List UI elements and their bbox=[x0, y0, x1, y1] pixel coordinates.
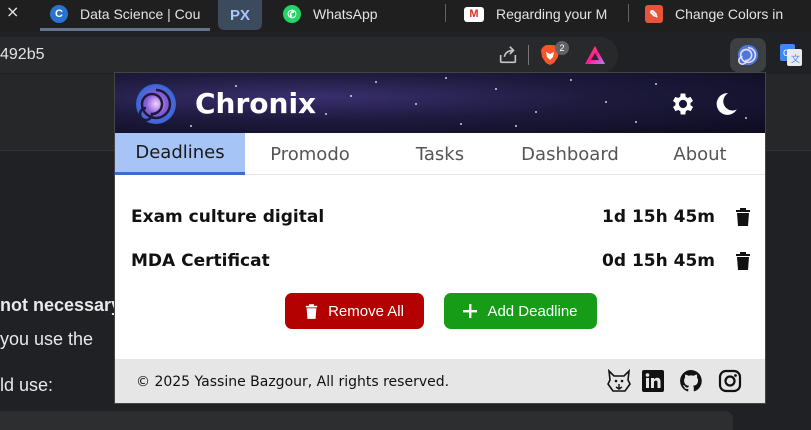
deadline-name: MDA Certificat bbox=[131, 251, 270, 271]
tab-dashboard[interactable]: Dashboard bbox=[505, 133, 635, 175]
brave-rewards-icon[interactable] bbox=[584, 45, 606, 65]
tab-deadlines[interactable]: Deadlines bbox=[115, 133, 245, 175]
dark-mode-moon-icon[interactable] bbox=[713, 91, 739, 117]
browser-tab-strip: × C Data Science | Cou PX ✆ WhatsApp M R… bbox=[0, 0, 811, 32]
whatsapp-icon: ✆ bbox=[283, 5, 301, 23]
brave-badge-count: 2 bbox=[555, 41, 569, 55]
chronix-extension-icon[interactable] bbox=[737, 44, 759, 66]
browser-tab-px[interactable]: PX bbox=[218, 0, 262, 30]
deadline-name: Exam culture digital bbox=[131, 207, 325, 227]
address-bar[interactable] bbox=[0, 37, 618, 73]
svg-text:文: 文 bbox=[791, 53, 800, 65]
github-icon[interactable] bbox=[679, 369, 703, 393]
chronix-popup: Chronix Deadlines Promodo Tasks Dashboar… bbox=[114, 72, 766, 404]
deadline-remaining: 0d 15h 45m bbox=[602, 251, 715, 271]
tab-about[interactable]: About bbox=[635, 133, 765, 175]
browser-tab-whatsapp[interactable]: ✆ WhatsApp bbox=[283, 0, 403, 28]
tab-label: Regarding your M bbox=[496, 6, 608, 22]
gmail-icon: M bbox=[464, 6, 484, 22]
trash-icon bbox=[305, 303, 318, 319]
trash-icon[interactable] bbox=[735, 252, 751, 270]
google-translate-icon[interactable]: G 文 bbox=[780, 44, 802, 66]
deadline-row: Exam culture digital 1d 15h 45m bbox=[131, 202, 751, 232]
tab-label: WhatsApp bbox=[313, 6, 378, 22]
browser-tab-colors[interactable]: ✎ Change Colors in bbox=[645, 0, 811, 28]
copyright-text: © 2025 Yassine Bazgour, All rights reser… bbox=[136, 374, 450, 390]
trash-icon[interactable] bbox=[735, 208, 751, 226]
close-tab-icon[interactable]: × bbox=[6, 2, 19, 21]
linkedin-icon[interactable] bbox=[641, 369, 665, 393]
plus-icon bbox=[463, 304, 478, 318]
tab-label: Data Science | Cou bbox=[80, 6, 201, 22]
settings-gear-icon[interactable] bbox=[669, 90, 697, 118]
svg-text:G: G bbox=[783, 48, 790, 58]
code-block bbox=[0, 411, 733, 430]
popup-footer: © 2025 Yassine Bazgour, All rights reser… bbox=[115, 359, 765, 403]
tab-label: Change Colors in bbox=[675, 6, 784, 22]
instagram-icon[interactable] bbox=[718, 369, 742, 393]
url-text[interactable]: 492b5 bbox=[0, 46, 45, 64]
tab-underline bbox=[40, 28, 210, 31]
wolf-logo-icon[interactable] bbox=[607, 369, 631, 393]
divider bbox=[528, 45, 529, 65]
popup-tabs: Deadlines Promodo Tasks Dashboard About bbox=[115, 133, 765, 175]
add-deadline-button[interactable]: Add Deadline bbox=[444, 293, 597, 329]
chronix-logo-icon bbox=[136, 84, 176, 124]
share-icon[interactable] bbox=[497, 44, 519, 66]
remove-all-button[interactable]: Remove All bbox=[285, 293, 424, 329]
popup-header: Chronix bbox=[115, 73, 765, 133]
remove-all-label: Remove All bbox=[328, 302, 404, 320]
add-deadline-label: Add Deadline bbox=[487, 302, 578, 320]
page-text: not necessary bbox=[0, 295, 122, 315]
page-text: ld use: bbox=[0, 375, 54, 395]
page-text: you use the bbox=[0, 329, 94, 349]
browser-tab-gmail[interactable]: M Regarding your M bbox=[464, 0, 612, 28]
browser-tab-coursera[interactable]: C Data Science | Cou bbox=[50, 0, 210, 28]
deadline-remaining: 1d 15h 45m bbox=[602, 207, 715, 227]
tab-label: PX bbox=[229, 6, 250, 24]
tool-icon: ✎ bbox=[645, 5, 663, 23]
deadline-row: MDA Certificat 0d 15h 45m bbox=[131, 246, 751, 276]
tab-separator bbox=[628, 4, 629, 22]
tab-separator bbox=[445, 4, 446, 22]
tab-tasks[interactable]: Tasks bbox=[375, 133, 505, 175]
tab-promodo[interactable]: Promodo bbox=[245, 133, 375, 175]
coursera-icon: C bbox=[50, 5, 68, 23]
app-title: Chronix bbox=[195, 87, 317, 120]
